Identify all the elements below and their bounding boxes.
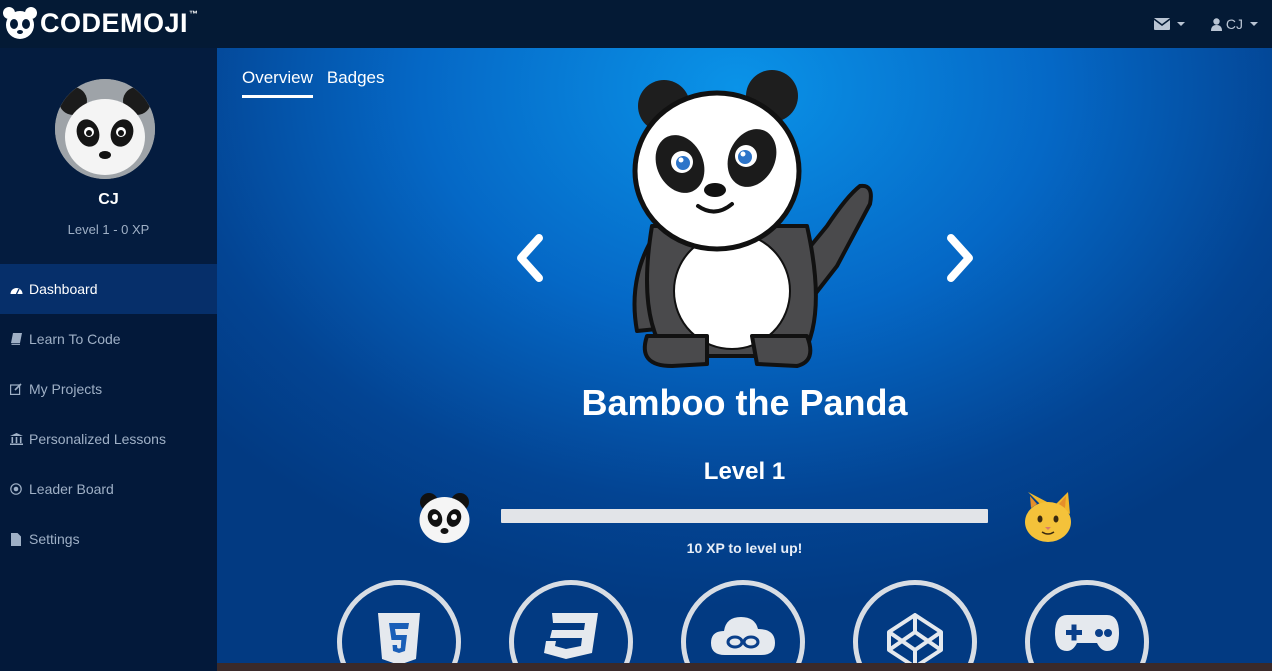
book-icon — [9, 332, 23, 346]
sidebar-item-label: Leader Board — [29, 481, 114, 497]
institution-icon — [9, 432, 23, 446]
css3-icon — [544, 613, 598, 659]
sidebar-nav: Dashboard Learn To Code My Projects Pers… — [0, 264, 217, 564]
badge-gamepad[interactable] — [1025, 580, 1149, 671]
logo[interactable]: CODEMOJI ™ — [2, 5, 198, 41]
sidebar: CJ Level 1 - 0 XP Dashboard Learn To Cod… — [0, 48, 217, 671]
edit-icon — [9, 382, 23, 396]
sidebar-item-personalized-lessons[interactable]: Personalized Lessons — [0, 414, 217, 464]
envelope-icon — [1153, 18, 1170, 30]
sidebar-item-label: My Projects — [29, 381, 103, 397]
sidebar-item-label: Settings — [29, 531, 80, 547]
sidebar-item-dashboard[interactable]: Dashboard — [0, 264, 217, 314]
profile-card: CJ Level 1 - 0 XP — [0, 48, 217, 264]
cat-emoji-icon — [1025, 492, 1071, 542]
user-icon — [1210, 17, 1222, 31]
user-dropdown[interactable]: CJ — [1210, 16, 1258, 32]
overview-tabs: Overview Badges — [242, 68, 385, 98]
level-title: Level 1 — [703, 458, 786, 485]
panda-emoji-icon — [419, 493, 470, 543]
sidebar-item-leader-board[interactable]: Leader Board — [0, 464, 217, 514]
tab-badges[interactable]: Badges — [327, 68, 385, 98]
codepen-icon — [887, 613, 943, 669]
chevron-down-icon — [1176, 22, 1185, 26]
badge-row — [337, 580, 1149, 671]
trademark: ™ — [189, 9, 199, 19]
logo-text: CODEMOJI — [40, 8, 189, 38]
sidebar-item-settings[interactable]: Settings — [0, 514, 217, 564]
dashboard-main: Overview Badges Bamboo the Panda Level 1… — [217, 48, 1272, 671]
chevron-left-icon[interactable] — [509, 232, 549, 284]
sidebar-item-label: Learn To Code — [29, 331, 121, 347]
profile-name: CJ — [98, 191, 119, 208]
badge-codepen[interactable] — [853, 580, 977, 671]
chevron-down-icon — [1250, 22, 1258, 26]
panda-logo-icon — [3, 7, 37, 39]
file-icon — [9, 532, 23, 546]
target-icon — [9, 482, 23, 496]
dashboard-icon — [9, 282, 23, 296]
level-progress-bar — [501, 509, 988, 523]
panda-mascot — [632, 70, 873, 368]
chevron-right-icon[interactable] — [941, 232, 981, 284]
gamepad-icon — [1055, 615, 1119, 651]
cloud-link-icon — [711, 617, 775, 655]
badge-cloud[interactable] — [681, 580, 805, 671]
sidebar-item-label: Dashboard — [29, 281, 98, 297]
sidebar-item-my-projects[interactable]: My Projects — [0, 364, 217, 414]
html5-icon — [378, 613, 420, 665]
messages-dropdown[interactable] — [1153, 18, 1185, 30]
avatar[interactable] — [55, 79, 155, 179]
sidebar-item-learn-to-code[interactable]: Learn To Code — [0, 314, 217, 364]
bottom-edge-strip — [217, 663, 1272, 671]
xp-to-level-up: 10 XP to level up! — [686, 540, 803, 556]
top-navbar: CODEMOJI ™ CJ — [0, 0, 1272, 48]
character-name: Bamboo the Panda — [581, 382, 908, 423]
sidebar-item-label: Personalized Lessons — [29, 431, 166, 447]
profile-level: Level 1 - 0 XP — [67, 222, 150, 237]
panda-face-icon — [55, 79, 155, 179]
user-name-label: CJ — [1225, 16, 1243, 32]
badge-html5[interactable] — [337, 580, 461, 671]
tab-overview[interactable]: Overview — [242, 68, 313, 98]
badge-css3[interactable] — [509, 580, 633, 671]
